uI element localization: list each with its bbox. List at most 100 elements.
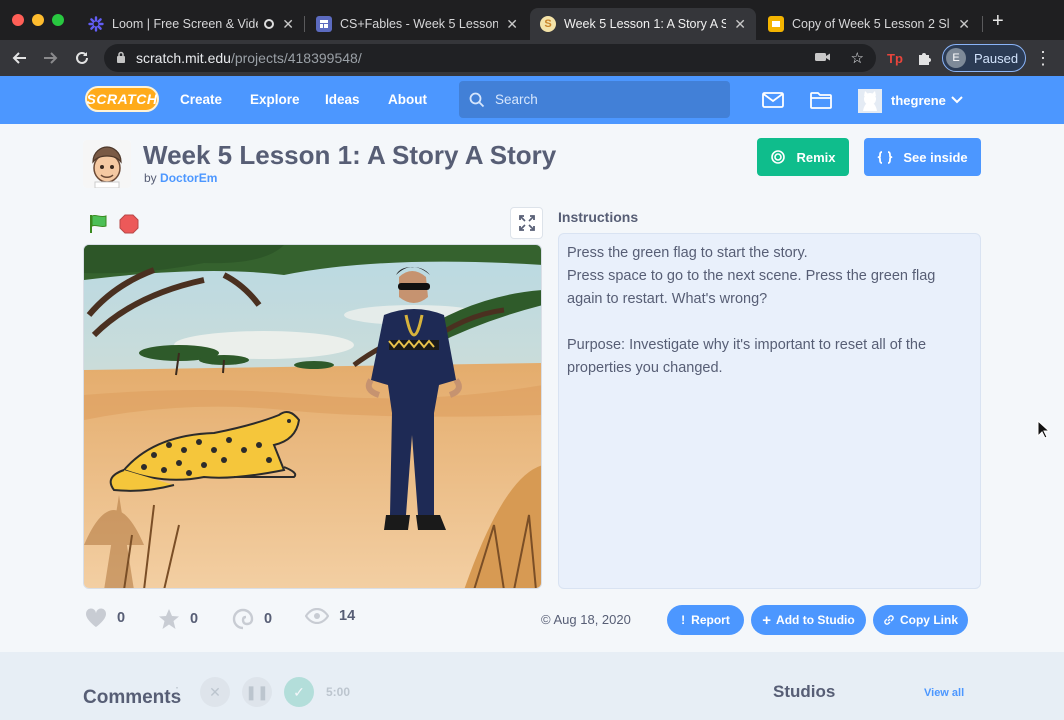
stage-scene-image: [84, 245, 541, 588]
star-icon: [159, 609, 179, 629]
loom-cancel-icon[interactable]: ✕: [200, 677, 230, 707]
remix-count: 0: [264, 611, 273, 627]
view-all-link[interactable]: View all: [924, 687, 964, 699]
tab-title: Copy of Week 5 Lesson 2 Slide: [792, 17, 951, 31]
fullscreen-icon: [518, 215, 535, 231]
copy-link-label: Copy Link: [899, 613, 958, 627]
browser-toolbar: scratch.mit.edu/projects/418399548/ ☆ Tp…: [0, 40, 1064, 76]
nav-create[interactable]: Create: [180, 92, 222, 107]
nav-about[interactable]: About: [388, 92, 427, 107]
instructions-box: Press the green flag to start the story.…: [558, 233, 981, 589]
love-count: 0: [117, 610, 126, 626]
plus-icon: +: [762, 611, 772, 629]
loom-drag-handle-icon[interactable]: ⋮: [170, 677, 184, 707]
tab-scratch-project[interactable]: S Week 5 Lesson 1: A Story A Sto ✕: [530, 8, 756, 40]
favorite-count: 0: [190, 611, 199, 627]
stop-sign-icon[interactable]: [119, 214, 139, 234]
user-avatar[interactable]: [858, 89, 882, 113]
chevron-down-icon[interactable]: [945, 88, 969, 112]
recording-indicator-icon: [264, 19, 275, 29]
remix-icon: [771, 150, 786, 164]
bookmark-star-icon[interactable]: ☆: [851, 49, 864, 67]
instructions-line: Press space to go to the next scene. Pre…: [567, 268, 936, 307]
close-tab-icon[interactable]: ✕: [282, 16, 294, 33]
close-tab-icon[interactable]: ✕: [734, 16, 746, 33]
tab-title: CS+Fables - Week 5 Lesson 1: [340, 17, 499, 31]
by-prefix: by: [144, 171, 157, 185]
link-icon: [884, 615, 894, 625]
scratch-navbar: SCRATCH Create Explore Ideas About Searc…: [0, 76, 1064, 124]
nav-ideas[interactable]: Ideas: [325, 92, 360, 107]
google-slides-icon: [768, 16, 784, 32]
heart-icon: [85, 608, 107, 627]
favorite-stat[interactable]: 0: [158, 608, 198, 630]
see-inside-label: See inside: [903, 149, 968, 165]
minimize-window-button[interactable]: [32, 14, 44, 26]
reload-icon[interactable]: [70, 46, 94, 70]
project-title: Week 5 Lesson 1: A Story A Story: [143, 140, 557, 170]
close-window-button[interactable]: [12, 14, 24, 26]
profile-paused-button[interactable]: E Paused: [942, 44, 1026, 72]
loom-finish-icon[interactable]: ✓: [284, 677, 314, 707]
project-page: Week 5 Lesson 1: A Story A Story by Doct…: [0, 124, 1064, 720]
camera-blocked-icon[interactable]: [814, 50, 832, 67]
loom-icon: [88, 16, 104, 32]
address-bar[interactable]: scratch.mit.edu/projects/418399548/ ☆: [104, 44, 876, 72]
new-tab-icon[interactable]: +: [992, 10, 1004, 33]
report-label: Report: [691, 613, 730, 627]
url-path: /projects/418399548/: [230, 50, 362, 66]
profile-status: Paused: [974, 50, 1019, 66]
tab-title: Week 5 Lesson 1: A Story A Sto: [564, 17, 727, 31]
extension-tp-icon[interactable]: Tp: [883, 46, 907, 70]
back-arrow-icon[interactable]: [8, 46, 32, 70]
mouse-cursor-icon: [1037, 420, 1051, 439]
author-link[interactable]: DoctorEm: [160, 171, 217, 185]
slides-form-icon: [316, 16, 332, 32]
remix-button[interactable]: Remix: [757, 138, 849, 176]
remix-swirl-icon: [232, 608, 254, 630]
scratch-logo[interactable]: SCRATCH: [85, 86, 159, 112]
browser-tab-bar: Loom | Free Screen & Video ✕ CS+Fables -…: [0, 0, 1064, 40]
views-stat: 14: [305, 608, 355, 624]
tab-slides-copy[interactable]: Copy of Week 5 Lesson 2 Slide ✕: [758, 8, 980, 40]
project-stage[interactable]: [83, 244, 542, 589]
search-input[interactable]: Search: [459, 81, 730, 118]
tab-loom[interactable]: Loom | Free Screen & Video ✕: [78, 8, 304, 40]
search-icon: [469, 92, 485, 107]
report-button[interactable]: ! Report: [667, 605, 744, 635]
comments-heading: Comments: [83, 687, 182, 708]
remix-stat: 0: [232, 608, 272, 630]
forward-arrow-icon[interactable]: [38, 46, 62, 70]
exclamation-icon: !: [681, 613, 686, 627]
green-flag-icon[interactable]: [88, 214, 108, 234]
instructions-line: Press the green flag to start the story.: [567, 245, 808, 261]
close-tab-icon[interactable]: ✕: [506, 16, 518, 33]
tab-cs-fables[interactable]: CS+Fables - Week 5 Lesson 1 ✕: [306, 8, 528, 40]
scratch-icon: S: [540, 16, 556, 32]
lock-icon: [116, 51, 126, 66]
add-to-studio-button[interactable]: + Add to Studio: [751, 605, 866, 635]
copyright-icon: ©: [541, 612, 551, 627]
more-vert-icon[interactable]: ⋮: [1031, 46, 1055, 70]
love-stat[interactable]: 0: [85, 608, 125, 628]
close-tab-icon[interactable]: ✕: [958, 16, 970, 33]
username[interactable]: thegrene: [891, 93, 946, 108]
extensions-puzzle-icon[interactable]: [912, 46, 936, 70]
lower-section-bg: [0, 652, 1064, 720]
fullscreen-button[interactable]: [510, 207, 543, 239]
my-stuff-folder-icon[interactable]: [809, 88, 833, 112]
copy-link-button[interactable]: Copy Link: [873, 605, 968, 635]
author-avatar[interactable]: [83, 140, 131, 189]
instructions-line: [567, 311, 972, 334]
views-count: 14: [339, 608, 356, 624]
see-inside-button[interactable]: See inside: [864, 138, 981, 176]
nav-explore[interactable]: Explore: [250, 92, 300, 107]
loom-pause-icon[interactable]: ❚❚: [242, 677, 272, 707]
search-placeholder: Search: [495, 92, 538, 107]
messages-envelope-icon[interactable]: [761, 88, 785, 112]
loom-recording-controls: ⋮ ✕ ❚❚ ✓ 5:00: [170, 674, 350, 710]
instructions-label: Instructions: [558, 209, 639, 225]
instructions-line: Purpose: Investigate why it's important …: [567, 337, 927, 376]
maximize-window-button[interactable]: [52, 14, 64, 26]
url-host: scratch.mit.edu: [136, 50, 231, 66]
